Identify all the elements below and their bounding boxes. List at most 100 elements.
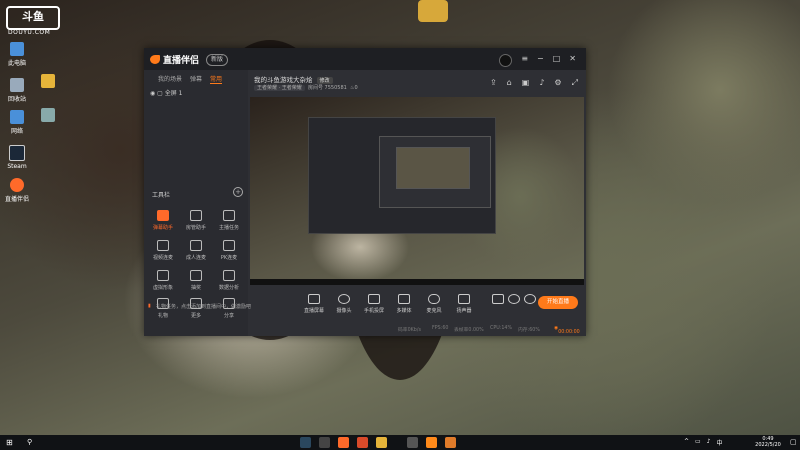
pk-icon: [223, 240, 235, 251]
folder-icon[interactable]: [376, 437, 387, 448]
desktop-icon-steam[interactable]: Steam: [0, 145, 37, 170]
app-brand-label: 直播伴侣: [163, 56, 200, 66]
settings-icon[interactable]: ⚙: [554, 78, 561, 88]
network-icon: [10, 110, 24, 124]
status-bar: 码率0Kb/s FPS:60 丢帧率0.00% CPU:14% 内存:60% ◉…: [248, 322, 586, 336]
live-timer: ◉ 00:00:00: [554, 326, 580, 335]
app-icon[interactable]: [407, 437, 418, 448]
maximize-icon[interactable]: □: [553, 54, 561, 67]
tool-label: 房管助手: [185, 225, 206, 231]
tool-video-link[interactable]: 视频连麦: [148, 240, 178, 261]
avatar[interactable]: [499, 54, 513, 67]
tool-virtual-avatar[interactable]: 虚拟形象: [148, 270, 178, 291]
stat-fps: FPS:60: [432, 326, 449, 331]
search-icon[interactable]: ⚲: [27, 438, 32, 446]
browser-icon[interactable]: [445, 437, 456, 448]
danmaku-icon: [157, 210, 169, 221]
lock-icon[interactable]: ⌂: [507, 78, 512, 88]
scene-item[interactable]: ◉ ▢ 全屏 1: [150, 88, 182, 97]
add-tool-icon[interactable]: +: [233, 187, 243, 197]
wallpaper-bow: [418, 0, 448, 22]
desktop-icon-folder[interactable]: [28, 74, 68, 90]
minimize-icon[interactable]: −: [537, 54, 544, 67]
tool-label: 抽奖: [190, 285, 201, 291]
volume-icon[interactable]: ♪: [707, 438, 711, 447]
tool-label: 视频连麦: [152, 255, 173, 261]
up-arrow-icon[interactable]: ^: [684, 438, 689, 447]
bell-icon[interactable]: ♪: [539, 78, 544, 88]
windows-icon[interactable]: ⊞: [6, 438, 13, 447]
avatar-icon: [157, 270, 169, 281]
app-icon: [41, 108, 55, 122]
tool-label: 虚拟形象: [152, 285, 173, 291]
tool-label: 弹幕助手: [152, 225, 173, 231]
desktop-icon-label: 网络: [10, 128, 23, 135]
tool-room-manager[interactable]: 房管助手: [181, 210, 211, 231]
douyu-icon: [10, 178, 24, 192]
system-tray: ^ ▭ ♪ 中: [684, 438, 723, 447]
version-pill[interactable]: 新版: [206, 54, 229, 66]
tool-pk-link[interactable]: PK连麦: [214, 240, 244, 261]
task-icon: [223, 210, 235, 221]
notice-bar: ▮ 礼物任务，点击添加到直播间中，做激励吧: [144, 300, 586, 314]
menu-icon[interactable]: ≡: [521, 54, 528, 67]
desktop-icon-label: 直播伴侣: [4, 196, 29, 203]
tool-label: PK连麦: [220, 255, 238, 261]
douyu-fish-icon: [150, 55, 160, 64]
close-icon[interactable]: ✕: [569, 54, 576, 67]
desktop-icon-label: 回收站: [7, 96, 26, 103]
tool-danmaku-assistant[interactable]: 弹幕助手: [148, 210, 178, 231]
window-icon[interactable]: ▣: [522, 78, 530, 88]
link-icon: [190, 240, 202, 251]
douyu-watermark: 斗鱼: [6, 6, 60, 30]
controller-icon[interactable]: [319, 437, 330, 448]
stream-preview[interactable]: [250, 97, 584, 285]
desktop-icon-label: 此电脑: [7, 60, 26, 67]
share-icon[interactable]: ⇪: [490, 78, 497, 88]
system-clock[interactable]: 0:49 2022/5/20: [748, 436, 788, 448]
notice-text: 礼物任务，点击添加到直播间中，做激励吧: [156, 304, 252, 310]
app-brand: 直播伴侣: [150, 53, 199, 66]
folder-icon: [41, 74, 55, 88]
preview-nested-window-2: [379, 136, 491, 208]
desktop-icon-app[interactable]: [28, 108, 68, 124]
taskbar-apps: [300, 437, 456, 448]
steam-icon: [9, 145, 25, 161]
windows-taskbar: ⊞ ⚲ ^ ▭ ♪ 中 0:49 2022/5/20 ▢: [0, 435, 800, 450]
notification-icon[interactable]: ▢: [790, 438, 797, 446]
sidebar-tabs: 我的场景 弹幕 常用: [144, 70, 248, 84]
tab-my-scenes[interactable]: 我的场景: [158, 74, 182, 84]
titlebar-controls: ≡ − □ ✕: [499, 54, 576, 67]
editor-icon[interactable]: [357, 437, 368, 448]
preview-nested-window: [308, 117, 496, 234]
stat-mem: 内存:60%: [518, 328, 540, 333]
tool-data-analysis[interactable]: 数据分析: [214, 270, 244, 291]
room-id: 房间号 7550581: [307, 85, 347, 91]
tool-label: 成人连麦: [185, 255, 206, 261]
room-header: 我的斗鱼游戏大杂烩 修改: [254, 74, 333, 84]
douyu-icon[interactable]: [338, 437, 349, 448]
desktop-icon-douyu[interactable]: 直播伴侣: [0, 178, 37, 203]
tab-common[interactable]: 常用: [210, 74, 223, 84]
preview-taskbar: [250, 279, 584, 285]
network-icon[interactable]: ▭: [695, 438, 701, 447]
fullscreen-icon[interactable]: ⤢: [572, 78, 578, 88]
scene-label: 全屏 1: [164, 90, 183, 97]
tool-adult-link[interactable]: 成人连麦: [181, 240, 211, 261]
edit-room-button[interactable]: 修改: [316, 77, 333, 84]
category-selector[interactable]: 王者荣耀 · 王者荣耀: [254, 85, 305, 91]
desktop-icon-label: Steam: [7, 163, 27, 170]
tool-lottery[interactable]: 抽奖: [181, 270, 211, 291]
title-bar: 直播伴侣 新版 ≡ − □ ✕: [144, 48, 586, 70]
stat-bitrate: 码率0Kb/s: [398, 328, 421, 333]
flame-icon[interactable]: [426, 437, 437, 448]
ime-icon[interactable]: 中: [717, 438, 723, 447]
tool-label: 数据分析: [218, 285, 239, 291]
tool-streamer-tasks[interactable]: 主播任务: [214, 210, 244, 231]
steam-icon[interactable]: [300, 437, 311, 448]
streaming-companion-window: 直播伴侣 新版 ≡ − □ ✕ 我的场景 弹幕 常用 ◉ ▢ 全屏 1 工具栏 …: [144, 48, 586, 336]
computer-icon: [10, 42, 24, 56]
stat-cpu: CPU:14%: [490, 326, 513, 331]
tab-danmaku[interactable]: 弹幕: [190, 74, 202, 84]
desktop-icon-computer[interactable]: 此电脑: [0, 42, 37, 67]
